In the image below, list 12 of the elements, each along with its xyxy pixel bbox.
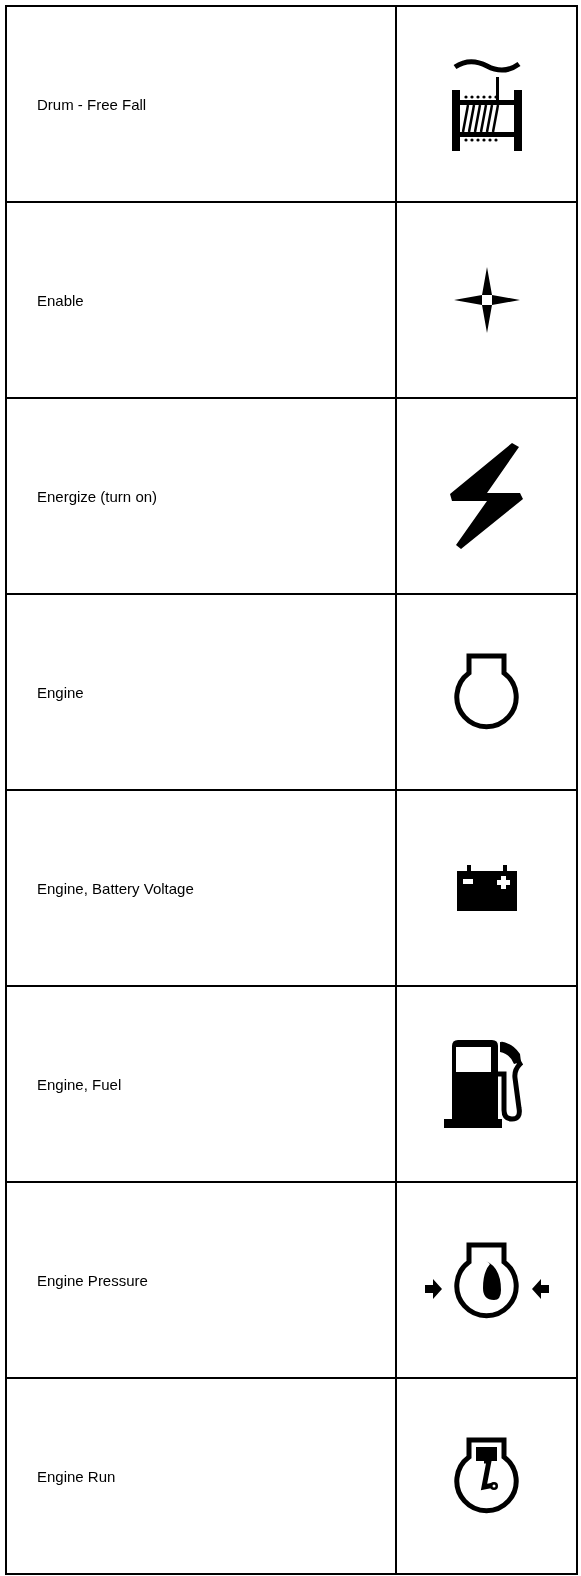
lightning-bolt-icon [448, 441, 525, 551]
symbol-name: Drum - Free Fall [6, 6, 396, 202]
symbol-name: Engine, Fuel [6, 986, 396, 1182]
engine-drop-arrows-icon [424, 1240, 549, 1320]
symbol-name: Energize (turn on) [6, 398, 396, 594]
symbol-name: Engine Run [6, 1378, 396, 1574]
drum-icon [451, 56, 522, 152]
symbol-name: Engine Pressure [6, 1182, 396, 1378]
symbol-name: Engine, Battery Voltage [6, 790, 396, 986]
symbol-name: Enable [6, 202, 396, 398]
symbol-name: Engine [6, 594, 396, 790]
battery-icon [456, 865, 517, 911]
